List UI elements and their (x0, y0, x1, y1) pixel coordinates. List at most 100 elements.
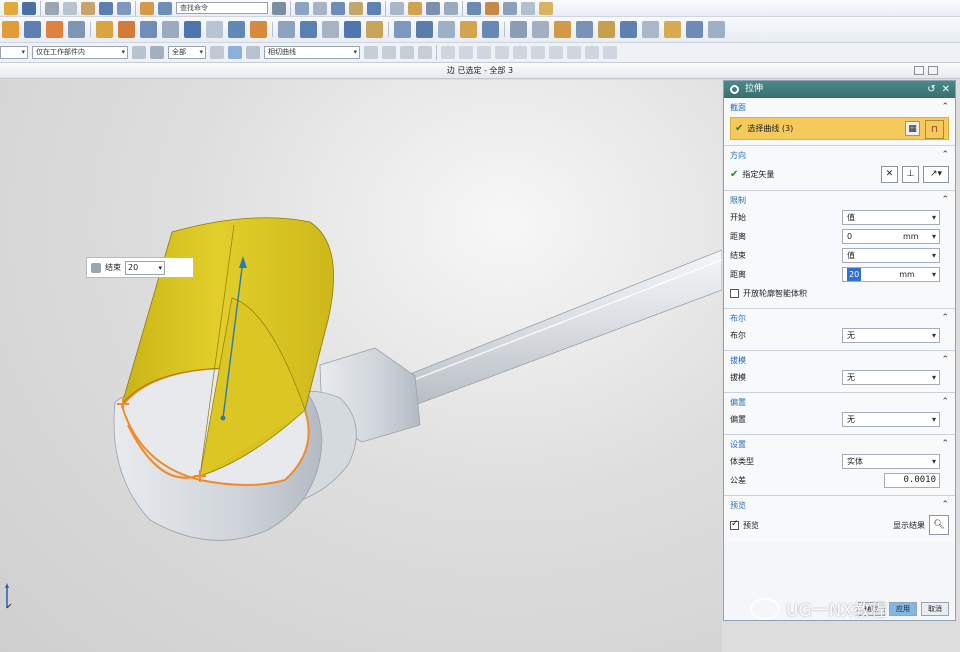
hide-icon[interactable] (539, 1, 553, 15)
onscreen-end-value[interactable]: 20 (125, 260, 165, 275)
edge-blend-icon[interactable] (228, 21, 245, 38)
search-icon[interactable] (272, 1, 286, 15)
measure-icon[interactable] (444, 1, 458, 15)
revolve-icon[interactable] (46, 21, 63, 38)
cube-icon[interactable] (367, 1, 381, 15)
window-icon[interactable] (140, 1, 154, 15)
settings-header[interactable]: 设置 (730, 437, 746, 452)
draft-select[interactable]: 无 (842, 370, 940, 385)
start-select[interactable]: 值 (842, 210, 940, 225)
gear-icon[interactable] (730, 85, 739, 94)
curvature-icon[interactable] (485, 1, 499, 15)
collapse-icon[interactable]: ⌃ (941, 100, 949, 115)
open-profile-row[interactable]: 开放轮廓智能体积 (730, 284, 949, 303)
chain-within-feature-icon[interactable] (400, 46, 414, 59)
redo-icon[interactable] (117, 1, 131, 15)
surface-icon[interactable] (394, 21, 411, 38)
offset-face-icon[interactable] (366, 21, 383, 38)
deviation-icon[interactable] (503, 1, 517, 15)
select-icon[interactable] (158, 1, 172, 15)
close-graphics-icon[interactable] (928, 66, 938, 75)
split-body-icon[interactable] (206, 21, 223, 38)
start-distance-input[interactable]: 0 mm (842, 229, 940, 244)
layer-icon[interactable] (408, 1, 422, 15)
collapse-icon[interactable]: ⌃ (941, 395, 949, 410)
section-header[interactable]: 截面 (730, 100, 746, 115)
analysis-icon[interactable] (467, 1, 481, 15)
collapse-icon[interactable]: ⌃ (941, 498, 949, 513)
reset-icon[interactable]: ↺ (927, 81, 935, 98)
show-result-button[interactable]: 🔍︎ (929, 515, 949, 535)
filter-icon[interactable] (132, 46, 146, 59)
command-search-input[interactable]: 查找命令 (176, 2, 268, 14)
path-icon[interactable] (418, 46, 432, 59)
snap-control-icon[interactable] (477, 46, 491, 59)
trim-body-icon[interactable] (184, 21, 201, 38)
offset-curve-icon[interactable] (598, 21, 615, 38)
snap-endpoint-icon[interactable] (441, 46, 455, 59)
curve-icon[interactable]: ⊓ (925, 120, 944, 139)
tolerance-input[interactable]: 0.0010 (884, 473, 940, 488)
value-type-icon[interactable] (91, 262, 101, 273)
view-icon[interactable] (313, 1, 327, 15)
pattern-icon[interactable] (322, 21, 339, 38)
isoparametric-icon[interactable] (708, 21, 725, 38)
render-icon[interactable] (349, 1, 363, 15)
stop-at-intersection-icon[interactable] (364, 46, 378, 59)
menu-combo[interactable] (0, 46, 28, 59)
end-select[interactable]: 值 (842, 248, 940, 263)
sketch-icon[interactable] (2, 21, 19, 38)
copy-icon[interactable] (63, 1, 77, 15)
vector-dialog-icon[interactable]: ⊥ (902, 165, 919, 183)
preview-header[interactable]: 预览 (730, 498, 746, 513)
sketch-section-icon[interactable]: ▦ (905, 121, 920, 136)
collapse-icon[interactable]: ⌃ (941, 193, 949, 208)
unite-icon[interactable] (118, 21, 135, 38)
bridge-curve-icon[interactable] (620, 21, 637, 38)
follow-fillet-icon[interactable] (382, 46, 396, 59)
line-icon[interactable] (510, 21, 527, 38)
draft-header[interactable]: 拔模 (730, 353, 746, 368)
body-type-select[interactable]: 实体 (842, 454, 940, 469)
collapse-icon[interactable]: ⌃ (941, 437, 949, 452)
shell-icon[interactable] (278, 21, 295, 38)
snap-on-curve-icon[interactable] (567, 46, 581, 59)
project-curve-icon[interactable] (576, 21, 593, 38)
boolean-select[interactable]: 无 (842, 328, 940, 343)
intersection-curve-icon[interactable] (686, 21, 703, 38)
reverse-direction-icon[interactable]: ✕ (881, 165, 898, 183)
snap-view-icon[interactable] (228, 46, 242, 59)
text-icon[interactable] (642, 21, 659, 38)
cancel-button[interactable]: 取消 (921, 602, 949, 616)
preview-checkbox[interactable] (730, 519, 739, 530)
collapse-icon[interactable]: ⌃ (941, 353, 949, 368)
offset-select[interactable]: 无 (842, 412, 940, 427)
shade-icon[interactable] (331, 1, 345, 15)
offset-header[interactable]: 偏置 (730, 395, 746, 410)
paste-icon[interactable] (81, 1, 95, 15)
direction-header[interactable]: 方向 (730, 148, 746, 163)
helix-icon[interactable] (664, 21, 681, 38)
section-icon[interactable] (426, 1, 440, 15)
scope-combo[interactable]: 全部 (168, 46, 206, 59)
graphics-window[interactable]: 结束 20 (0, 80, 722, 652)
subtract-icon[interactable] (140, 21, 157, 38)
wireframe-icon[interactable] (246, 46, 260, 59)
datum-icon[interactable] (96, 21, 113, 38)
intersect-icon[interactable] (162, 21, 179, 38)
collapse-icon[interactable]: ⌃ (941, 311, 949, 326)
cut-icon[interactable] (45, 1, 59, 15)
arc-icon[interactable] (532, 21, 549, 38)
close-icon[interactable]: ✕ (942, 81, 950, 98)
snap-bounded-icon[interactable] (603, 46, 617, 59)
snap-midpoint-icon[interactable] (459, 46, 473, 59)
draft-analysis-icon[interactable] (521, 1, 535, 15)
restore-icon[interactable] (914, 66, 924, 75)
sew-icon[interactable] (460, 21, 477, 38)
folder-icon[interactable] (4, 1, 18, 15)
draft-icon[interactable] (300, 21, 317, 38)
thicken-icon[interactable] (482, 21, 499, 38)
snap-quadrant-icon[interactable] (531, 46, 545, 59)
select-all-icon[interactable] (150, 46, 164, 59)
spline-icon[interactable] (554, 21, 571, 38)
